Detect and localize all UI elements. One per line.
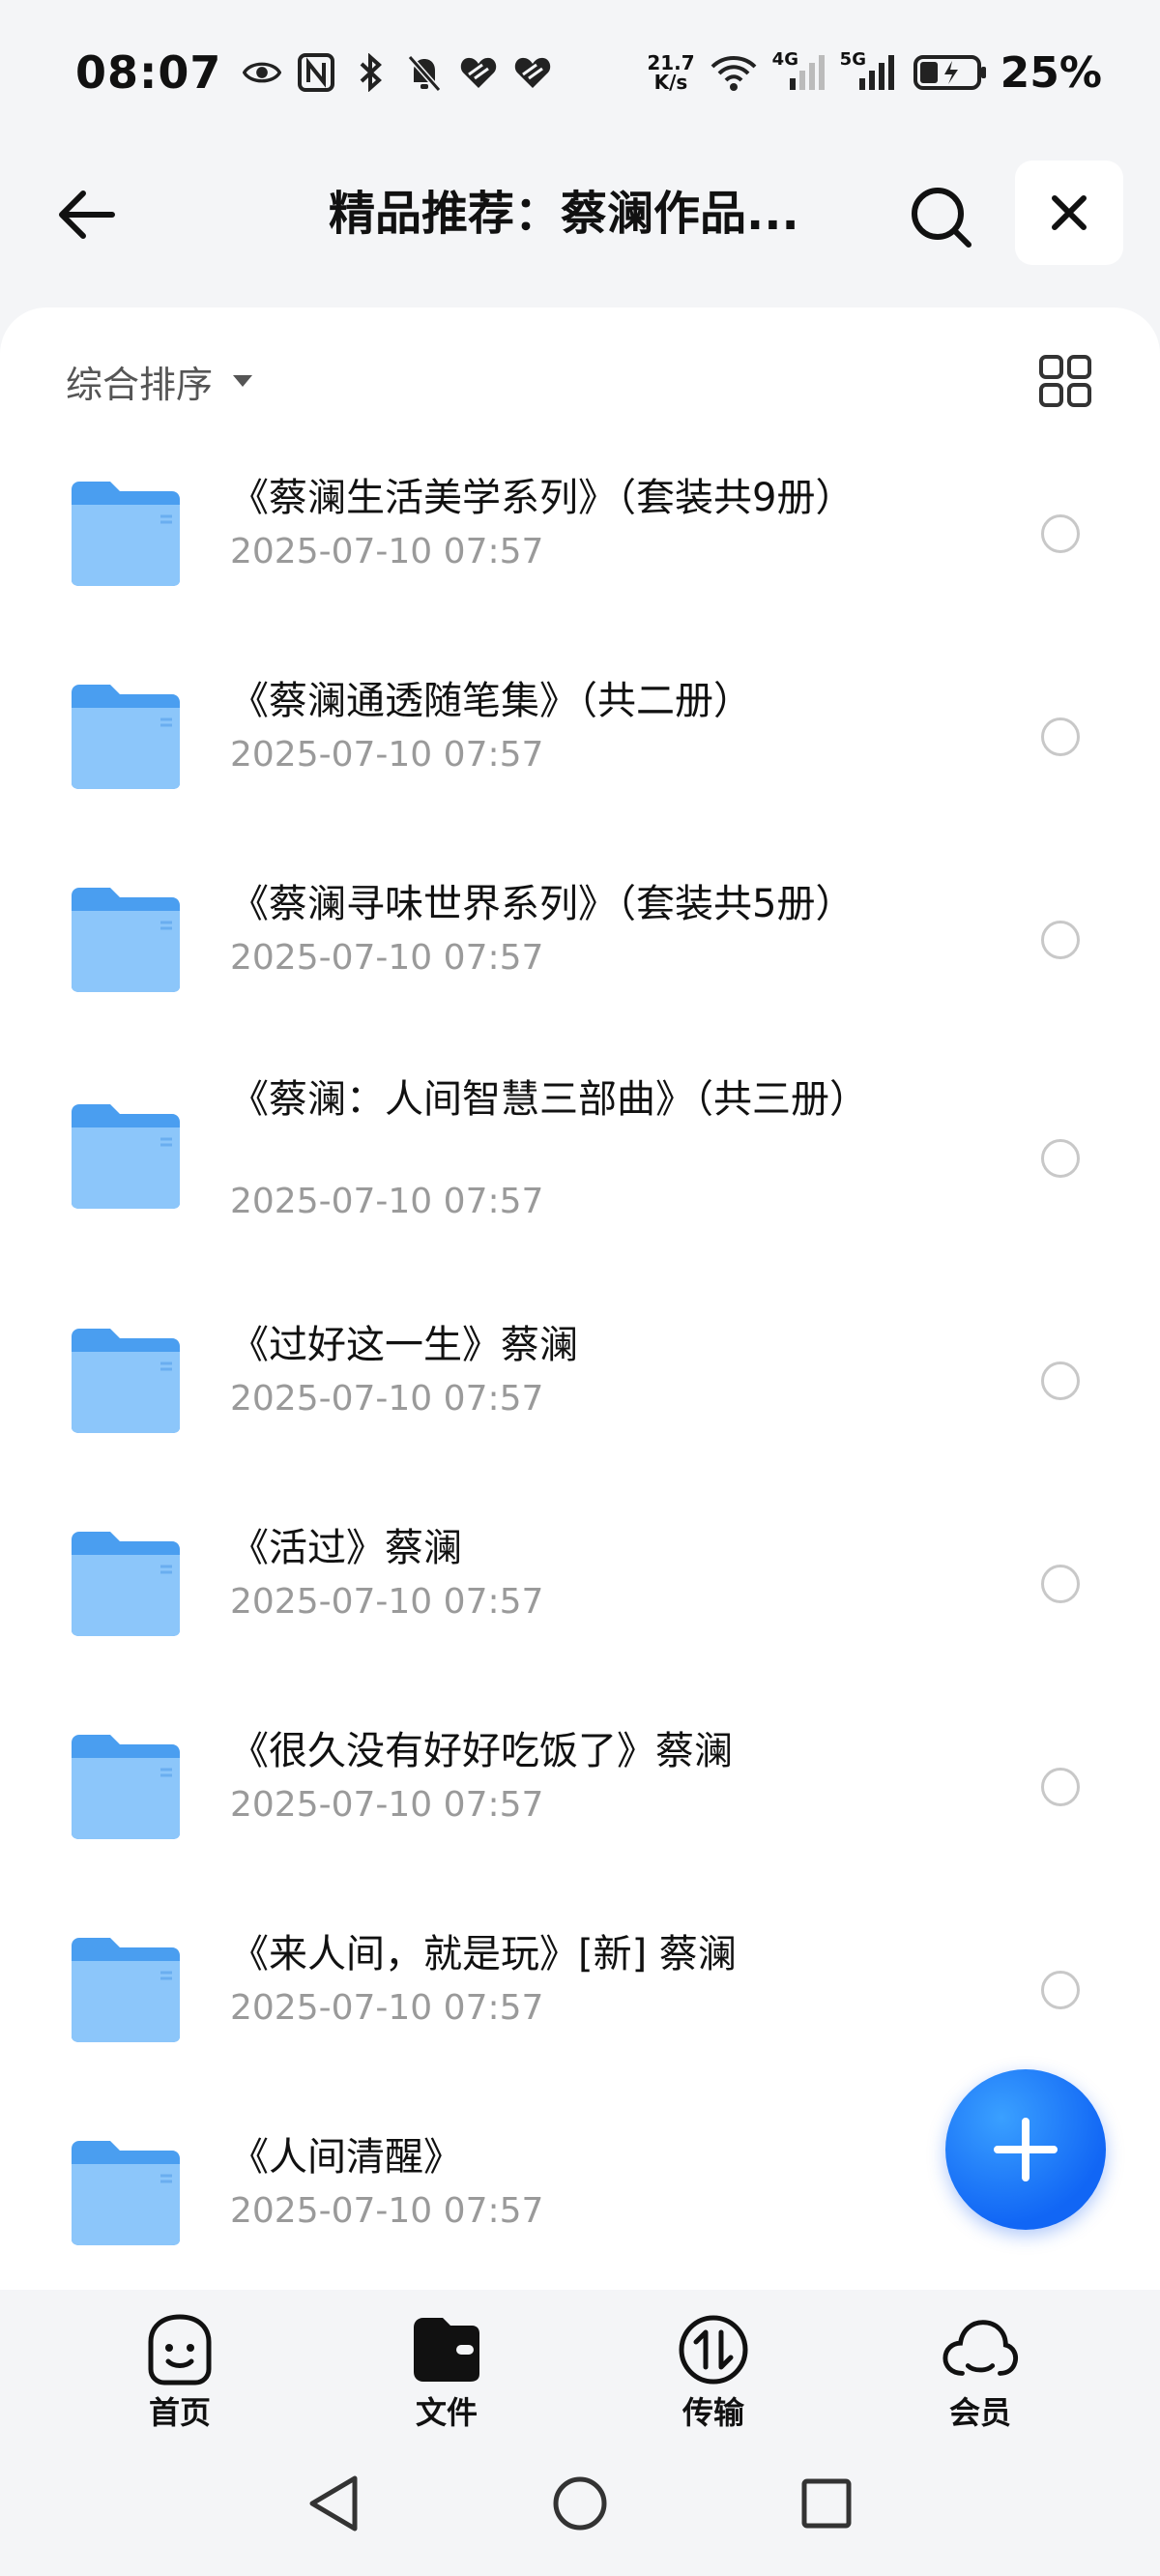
file-list-panel: 综合排序 《蔡澜生活美学系列》（套装共9册） 2025-07-10 07:57 … — [0, 307, 1160, 2290]
back-button[interactable] — [48, 178, 122, 251]
nav-vip-label: 会员 — [948, 2394, 1011, 2431]
file-date: 2025-07-10 07:57 — [230, 1182, 544, 1221]
list-item[interactable]: 《蔡澜生活美学系列》（套装共9册） 2025-07-10 07:57 — [0, 453, 1160, 646]
nav-files[interactable]: 文件 — [379, 2313, 514, 2433]
list-item[interactable]: 《过好这一生》蔡澜 2025-07-10 07:57 — [0, 1300, 1160, 1493]
close-button[interactable] — [1015, 161, 1123, 265]
file-date: 2025-07-10 07:57 — [230, 1988, 544, 2028]
file-date: 2025-07-10 07:57 — [230, 1379, 544, 1419]
network-speed: 21.7 K/s — [647, 53, 694, 92]
folder-icon — [72, 482, 180, 586]
select-radio[interactable] — [1041, 717, 1080, 756]
grid-view-button[interactable] — [1034, 350, 1096, 412]
battery-icon — [913, 53, 987, 92]
sort-dropdown[interactable]: 综合排序 — [66, 354, 253, 408]
select-radio[interactable] — [1041, 1139, 1080, 1178]
list-item[interactable]: 《活过》蔡澜 2025-07-10 07:57 — [0, 1503, 1160, 1696]
folder-icon — [72, 1938, 180, 2042]
list-item[interactable]: 《蔡澜寻味世界系列》（套装共5册） 2025-07-10 07:57 — [0, 859, 1160, 1052]
sort-label: 综合排序 — [66, 363, 214, 406]
transfer-icon — [675, 2313, 752, 2386]
file-name: 《活过》蔡澜 — [230, 1526, 462, 1570]
list-item[interactable]: 《蔡澜：人间智慧三部曲》（共三册） 2025-07-10 07:57 — [0, 1062, 1160, 1294]
wifi-icon — [709, 53, 759, 92]
folder-icon — [72, 1532, 180, 1636]
file-date: 2025-07-10 07:57 — [230, 938, 544, 978]
nav-files-label: 文件 — [415, 2394, 478, 2431]
file-name: 《人间清醒》 — [230, 2135, 462, 2180]
select-radio[interactable] — [1041, 1565, 1080, 1603]
circle-home-icon — [553, 2476, 607, 2531]
status-icons-right: 21.7 K/s 4G 5G 25% — [647, 48, 1102, 98]
add-button[interactable] — [945, 2069, 1106, 2230]
file-date: 2025-07-10 07:57 — [230, 1785, 544, 1825]
nfc-icon — [297, 53, 335, 92]
nav-home-label: 首页 — [148, 2394, 211, 2431]
folder-icon — [72, 1329, 180, 1433]
system-home-button[interactable] — [546, 2470, 614, 2537]
folder-icon — [72, 888, 180, 992]
battery-percent: 25% — [1000, 47, 1102, 98]
caret-down-icon — [233, 375, 253, 387]
page-title: 精品推荐：蔡澜作品... — [329, 187, 799, 241]
bottom-navigation: 首页 文件 传输 会员 — [0, 2290, 1160, 2435]
nav-transfer[interactable]: 传输 — [646, 2313, 781, 2433]
clock: 08:07 — [75, 46, 222, 99]
list-item[interactable]: 《来人间，就是玩》[新] 蔡澜 2025-07-10 07:57 — [0, 1909, 1160, 2102]
signal-5g-label: 5G — [839, 49, 866, 70]
close-icon — [1052, 195, 1087, 230]
file-name: 《蔡澜寻味世界系列》（套装共5册） — [230, 882, 855, 926]
triangle-back-icon — [309, 2475, 358, 2532]
file-date: 2025-07-10 07:57 — [230, 2191, 544, 2231]
top-bar: 精品推荐：蔡澜作品... — [0, 145, 1160, 280]
bluetooth-icon — [351, 53, 390, 92]
nav-vip[interactable]: 会员 — [913, 2313, 1048, 2433]
status-bar: 08:07 21.7 K/s 4G 5G 25% — [0, 0, 1160, 145]
signal-4g-label: 4G — [771, 49, 798, 70]
status-icons-left — [243, 53, 552, 92]
folder-icon — [72, 1735, 180, 1839]
nav-transfer-label: 传输 — [682, 2394, 744, 2431]
cloud-icon — [942, 2313, 1019, 2386]
system-recents-button[interactable] — [793, 2470, 860, 2537]
heart-app-icon — [459, 53, 498, 92]
square-recents-icon — [801, 2478, 852, 2529]
search-button[interactable] — [904, 180, 977, 253]
file-name: 《来人间，就是玩》[新] 蔡澜 — [230, 1932, 737, 1976]
select-radio[interactable] — [1041, 1971, 1080, 2009]
list-item[interactable]: 《蔡澜通透随笔集》（共二册） 2025-07-10 07:57 — [0, 656, 1160, 849]
file-name: 《蔡澜：人间智慧三部曲》（共三册） — [230, 1077, 868, 1122]
select-radio[interactable] — [1041, 1361, 1080, 1400]
folder-icon — [72, 685, 180, 789]
smiley-icon — [141, 2313, 218, 2386]
screen: 08:07 21.7 K/s 4G 5G 25% 精品推荐：蔡澜作品... 综合… — [0, 0, 1160, 2576]
arrow-left-icon — [59, 190, 115, 239]
plus-icon — [994, 2118, 1058, 2181]
heart-app-icon-2 — [513, 53, 552, 92]
select-radio[interactable] — [1041, 514, 1080, 553]
file-name: 《蔡澜通透随笔集》（共二册） — [230, 679, 752, 723]
select-radio[interactable] — [1041, 921, 1080, 959]
nav-home[interactable]: 首页 — [112, 2313, 247, 2433]
search-icon — [912, 188, 972, 248]
file-name: 《过好这一生》蔡澜 — [230, 1323, 578, 1367]
file-name: 《蔡澜生活美学系列》（套装共9册） — [230, 476, 855, 520]
grid-icon — [1039, 355, 1091, 407]
file-date: 2025-07-10 07:57 — [230, 735, 544, 775]
signal-4g-icon: 4G — [772, 49, 826, 92]
folder-wallet-icon — [408, 2313, 485, 2386]
file-date: 2025-07-10 07:57 — [230, 532, 544, 571]
bell-muted-icon — [405, 53, 444, 92]
list-item[interactable]: 《很久没有好好吃饭了》蔡澜 2025-07-10 07:57 — [0, 1706, 1160, 1899]
select-radio[interactable] — [1041, 1768, 1080, 1806]
eye-icon — [243, 53, 282, 92]
signal-5g-icon: 5G — [840, 49, 900, 92]
folder-icon — [72, 2141, 180, 2245]
folder-icon — [72, 1104, 180, 1209]
system-back-button[interactable] — [300, 2470, 367, 2537]
file-date: 2025-07-10 07:57 — [230, 1582, 544, 1622]
system-navigation-bar — [0, 2435, 1160, 2576]
file-name: 《很久没有好好吃饭了》蔡澜 — [230, 1729, 733, 1773]
network-speed-unit: K/s — [653, 71, 688, 94]
